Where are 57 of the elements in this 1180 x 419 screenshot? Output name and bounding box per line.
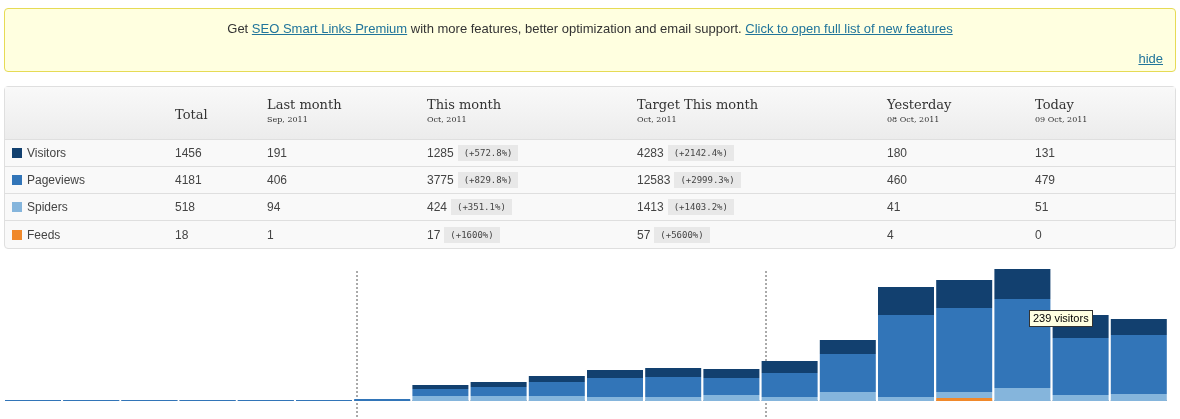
- row-label: Spiders: [27, 199, 68, 216]
- column-header: Total: [175, 106, 209, 124]
- table-cell-text: 406: [267, 172, 288, 189]
- change-badge: (+829.8%): [457, 172, 519, 188]
- table-cell-text: 460: [887, 172, 908, 189]
- stacked-bar: [470, 382, 527, 401]
- row-label: Feeds: [27, 226, 61, 244]
- column-date: Sep, 2011: [267, 114, 309, 126]
- table-cell-text: 1285: [427, 145, 454, 162]
- table-cell-text: 4283: [637, 145, 664, 162]
- column-header: Target This month: [637, 96, 760, 114]
- stacked-bar: [703, 369, 760, 401]
- table-cell-text: 18: [175, 226, 189, 244]
- table-cell-text: 191: [267, 145, 288, 162]
- table-cell-text: 4181: [175, 172, 202, 189]
- table-cell-text: 1456: [175, 145, 202, 162]
- table-cell-text: 479: [1035, 172, 1056, 189]
- change-badge: (+1600%): [444, 226, 500, 243]
- column-header: This month: [427, 96, 503, 114]
- table-cell-text: 51: [1035, 199, 1049, 216]
- column-header: Today: [1035, 96, 1075, 114]
- table-cell-text: 1413: [637, 199, 664, 216]
- table-cell-text: 518: [175, 199, 196, 216]
- column-date: Oct, 2011: [637, 114, 678, 126]
- change-badge: (+2142.4%): [667, 145, 734, 161]
- row-label: Pageviews: [27, 172, 86, 189]
- features-link[interactable]: Click to open full list of new features: [745, 21, 953, 36]
- notice-text: Get SEO Smart Links Premium with more features, better optimization and email support. Click to open full list of new features: [226, 20, 954, 38]
- column-header: Last month: [267, 96, 343, 114]
- column-date: 08 Oct, 2011: [887, 114, 941, 126]
- table-cell-text: 131: [1035, 145, 1056, 162]
- change-badge: (+2999.3%): [674, 172, 741, 188]
- premium-link[interactable]: SEO Smart Links Premium: [251, 21, 408, 36]
- table-cell-text: 12583: [637, 172, 671, 189]
- stacked-bar: [645, 368, 702, 401]
- column-header: Yesterday: [887, 96, 953, 114]
- table-cell-text: 1: [267, 226, 274, 244]
- change-badge: (+5600%): [654, 226, 710, 243]
- change-badge: (+572.8%): [457, 145, 519, 161]
- stacked-bar: [528, 376, 585, 401]
- column-date: Oct, 2011: [427, 114, 468, 126]
- table-cell-text: 17: [427, 226, 441, 244]
- row-label: Visitors: [27, 145, 67, 162]
- table-cell-text: 4: [887, 226, 894, 244]
- table-cell-text: 180: [887, 145, 908, 162]
- table-cell-text: 3775: [427, 172, 454, 189]
- column-date: 09 Oct, 2011: [1035, 114, 1089, 126]
- table-cell-text: 41: [887, 199, 901, 216]
- change-badge: (+351.1%): [451, 199, 512, 215]
- table-cell-text: 94: [267, 199, 281, 216]
- table-cell-text: 0: [1035, 226, 1042, 244]
- table-cell-text: 57: [637, 226, 651, 244]
- change-badge: (+1403.2%): [667, 199, 734, 215]
- hide-link[interactable]: hide: [1138, 48, 1163, 68]
- chart-tooltip: 239 visitors: [1029, 310, 1093, 327]
- stacked-bar: [587, 370, 643, 401]
- table-cell-text: 424: [427, 199, 448, 216]
